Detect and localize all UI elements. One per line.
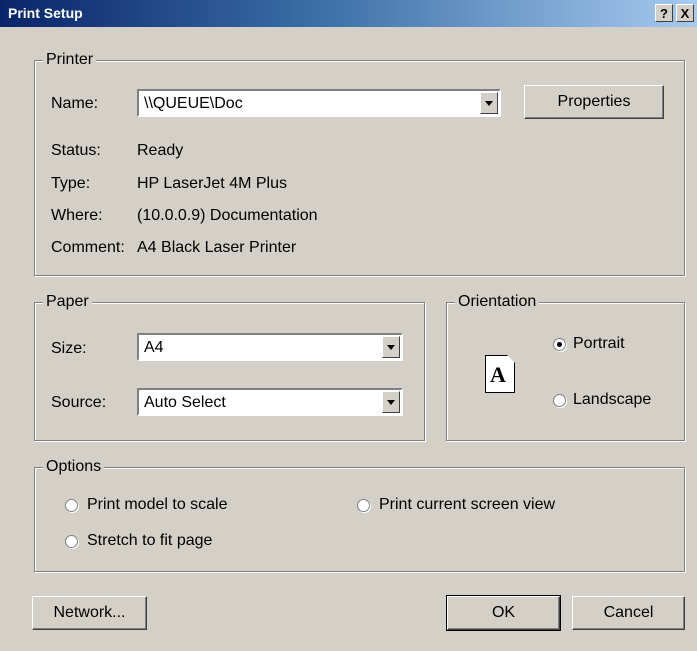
options-group: Options Print model to scale Print curre… xyxy=(34,458,685,572)
paper-group-label: Paper xyxy=(43,293,92,311)
name-label: Name: xyxy=(51,95,99,112)
print-current-view-radio[interactable] xyxy=(357,499,370,512)
close-button[interactable]: X xyxy=(676,4,694,22)
portrait-page-icon: A xyxy=(485,355,515,393)
portrait-radio[interactable] xyxy=(553,338,566,351)
paper-source-value: Auto Select xyxy=(144,394,226,411)
printer-group-label: Printer xyxy=(43,51,97,69)
network-button[interactable]: Network... xyxy=(32,596,147,630)
portrait-label[interactable]: Portrait xyxy=(573,334,625,354)
comment-label: Comment: xyxy=(51,239,125,256)
paper-size-value: A4 xyxy=(144,339,164,356)
stretch-fit-radio[interactable] xyxy=(65,535,78,548)
printer-group: Printer Name: \\QUEUE\Doc Properties Sta… xyxy=(34,51,685,276)
stretch-fit-label[interactable]: Stretch to fit page xyxy=(87,531,212,551)
chevron-down-icon[interactable] xyxy=(480,92,498,114)
type-value: HP LaserJet 4M Plus xyxy=(137,175,287,192)
paper-size-select[interactable]: A4 xyxy=(137,333,403,361)
paper-source-select[interactable]: Auto Select xyxy=(137,388,403,416)
ok-button[interactable]: OK xyxy=(446,595,561,631)
orientation-group-label: Orientation xyxy=(455,293,540,311)
where-value: (10.0.0.9) Documentation xyxy=(137,207,318,224)
page-icon-letter: A xyxy=(490,362,506,387)
status-value: Ready xyxy=(137,142,184,159)
orientation-group: Orientation A Portrait Landscape xyxy=(446,293,685,441)
type-label: Type: xyxy=(51,175,91,192)
window-title: Print Setup xyxy=(8,5,83,21)
print-current-view-label[interactable]: Print current screen view xyxy=(379,495,555,515)
chevron-down-icon[interactable] xyxy=(382,391,400,413)
help-button[interactable]: ? xyxy=(655,4,673,22)
landscape-label[interactable]: Landscape xyxy=(573,390,651,410)
status-label: Status: xyxy=(51,142,101,159)
printer-name-value: \\QUEUE\Doc xyxy=(144,95,243,112)
size-label: Size: xyxy=(51,340,87,357)
landscape-radio[interactable] xyxy=(553,394,566,407)
chevron-down-icon[interactable] xyxy=(382,336,400,358)
options-group-label: Options xyxy=(43,458,105,476)
comment-value: A4 Black Laser Printer xyxy=(137,239,297,256)
printer-name-select[interactable]: \\QUEUE\Doc xyxy=(137,89,501,117)
print-model-scale-radio[interactable] xyxy=(65,499,78,512)
cancel-button[interactable]: Cancel xyxy=(572,596,685,630)
where-label: Where: xyxy=(51,207,103,224)
properties-button[interactable]: Properties xyxy=(524,85,664,119)
title-bar: Print Setup ? X xyxy=(0,0,697,27)
paper-group: Paper Size: A4 Source: Auto Select xyxy=(34,293,425,441)
source-label: Source: xyxy=(51,394,107,411)
print-model-scale-label[interactable]: Print model to scale xyxy=(87,495,228,515)
